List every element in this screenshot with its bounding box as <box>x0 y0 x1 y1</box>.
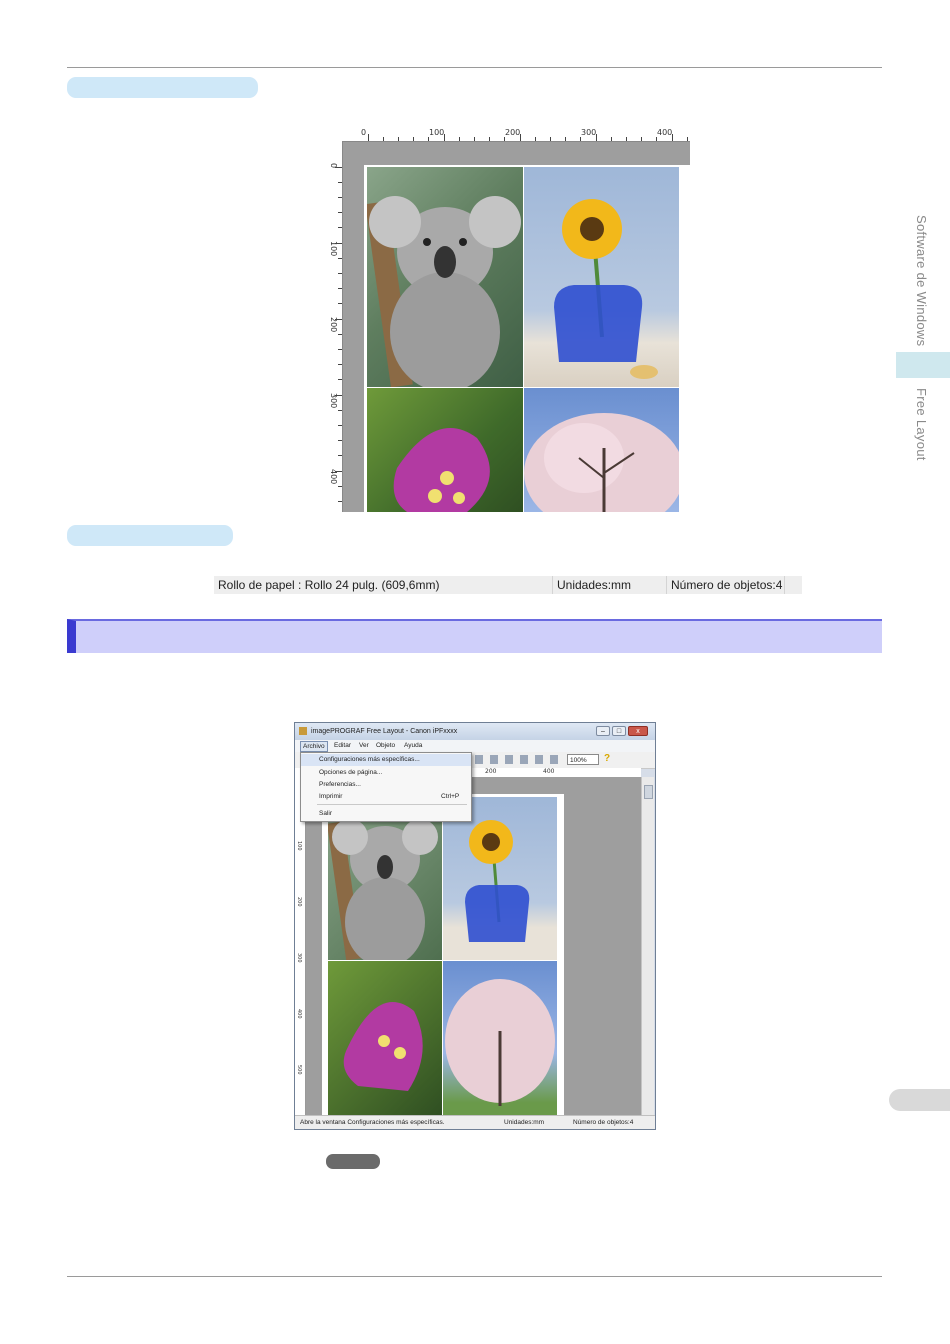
vertical-ruler-ticks <box>335 167 342 502</box>
bougainvillea-photo[interactable] <box>367 388 523 512</box>
menu-item-label: Imprimir <box>319 793 343 800</box>
menu-ver[interactable]: Ver <box>359 740 369 752</box>
menu-archivo[interactable]: Archivo <box>300 741 328 752</box>
side-tab-section[interactable]: Free Layout <box>914 388 929 461</box>
align-buttons-group[interactable] <box>475 755 565 764</box>
menu-item-exit[interactable]: Salir <box>301 808 471 820</box>
ruler-label: 200 <box>485 768 497 775</box>
scrollbar-thumb[interactable] <box>644 785 653 799</box>
menu-editar[interactable]: Editar <box>334 740 351 752</box>
koala-illustration <box>367 196 521 387</box>
horizontal-ruler-ticks <box>368 134 688 141</box>
ruler-label: 500 <box>296 1065 302 1075</box>
footer-rule <box>67 1276 882 1277</box>
free-layout-window: imagePROGRAF Free Layout - Canon iPFxxxx… <box>294 722 656 1130</box>
menu-item-label: Opciones de página... <box>319 769 383 776</box>
menu-item-preferences[interactable]: Preferencias... <box>301 779 471 791</box>
bougainvillea-illustration <box>393 428 490 512</box>
horizontal-ruler: 0 100 200 300 400 <box>328 127 690 142</box>
header-rule <box>67 67 882 68</box>
sunflower-illustration <box>554 199 658 379</box>
status-bar-figure: Rollo de papel : Rollo 24 pulg. (609,6mm… <box>214 576 802 594</box>
menu-objeto[interactable]: Objeto <box>376 740 395 752</box>
subheading-pill-2 <box>67 525 233 546</box>
window-titlebar[interactable]: imagePROGRAF Free Layout - Canon iPFxxxx… <box>295 723 655 740</box>
note-badge[interactable] <box>326 1154 380 1169</box>
window-canvas[interactable] <box>306 777 641 1115</box>
status-message: Abre la ventana Configuraciones más espe… <box>300 1119 445 1126</box>
side-tab-chapter[interactable]: Software de Windows <box>914 215 929 346</box>
cherry-blossom-illustration <box>445 979 555 1106</box>
koala-photo[interactable] <box>367 167 523 387</box>
sunflower-photo[interactable] <box>524 167 679 387</box>
close-icon[interactable]: x <box>628 726 648 736</box>
section-heading-bar <box>67 619 882 653</box>
ruler-label: 100 <box>296 841 302 851</box>
menu-bar: Archivo Editar Ver Objeto Ayuda <box>295 740 655 752</box>
ruler-label: 200 <box>296 897 302 907</box>
status-units: Unidades:mm <box>553 576 667 594</box>
menu-item-label: Preferencias... <box>319 781 361 788</box>
status-paper: Rollo de papel : Rollo 24 pulg. (609,6mm… <box>214 576 553 594</box>
window-status-bar: Abre la ventana Configuraciones más espe… <box>295 1115 655 1129</box>
ruler-label: 400 <box>296 1009 302 1019</box>
cherry-blossom-photo[interactable] <box>524 388 679 512</box>
menu-item-advanced-settings[interactable]: Configuraciones más específicas... <box>301 754 471 766</box>
menu-item-label: Configuraciones más específicas... <box>319 756 420 763</box>
menu-ayuda[interactable]: Ayuda <box>404 740 422 752</box>
window-bougainvillea-photo[interactable] <box>328 961 442 1115</box>
bougainvillea-illustration <box>343 1002 423 1091</box>
menu-item-label: Salir <box>319 810 333 817</box>
cherry-blossom-illustration <box>524 413 679 512</box>
zoom-select[interactable]: 100% <box>567 754 599 765</box>
vertical-ruler: 0 100 200 300 400 <box>328 141 343 512</box>
window-title: imagePROGRAF Free Layout - Canon iPFxxxx <box>311 728 458 735</box>
menu-item-page-options[interactable]: Opciones de página... <box>301 767 471 779</box>
subheading-pill-1 <box>67 77 258 98</box>
page-number-tab <box>889 1089 950 1111</box>
vertical-scrollbar[interactable] <box>641 777 654 1115</box>
window-cherry-blossom-photo[interactable] <box>443 961 557 1115</box>
archivo-dropdown-menu: Configuraciones más específicas... Opcio… <box>300 752 472 822</box>
menu-item-shortcut: Ctrl+P <box>441 793 460 800</box>
minimize-icon[interactable]: – <box>596 726 610 736</box>
side-tab-active-marker <box>896 352 950 378</box>
help-icon[interactable]: ? <box>604 753 610 764</box>
menu-separator <box>317 804 467 805</box>
app-icon <box>299 727 307 735</box>
window-vertical-ruler: 100 200 300 400 500 <box>295 777 306 1115</box>
ruler-label: 300 <box>296 953 302 963</box>
status-objects: Número de objetos:4 <box>573 1119 634 1126</box>
layout-area-figure: 0 100 200 300 400 0 100 200 300 400 <box>328 127 690 512</box>
ruler-label: 400 <box>543 768 555 775</box>
menu-item-print[interactable]: Imprimir Ctrl+P <box>301 791 471 803</box>
maximize-icon[interactable]: □ <box>612 726 626 736</box>
status-units: Unidades:mm <box>504 1119 545 1126</box>
status-objects: Número de objetos:4 <box>667 576 785 594</box>
resize-grip-icon[interactable] <box>785 576 802 594</box>
